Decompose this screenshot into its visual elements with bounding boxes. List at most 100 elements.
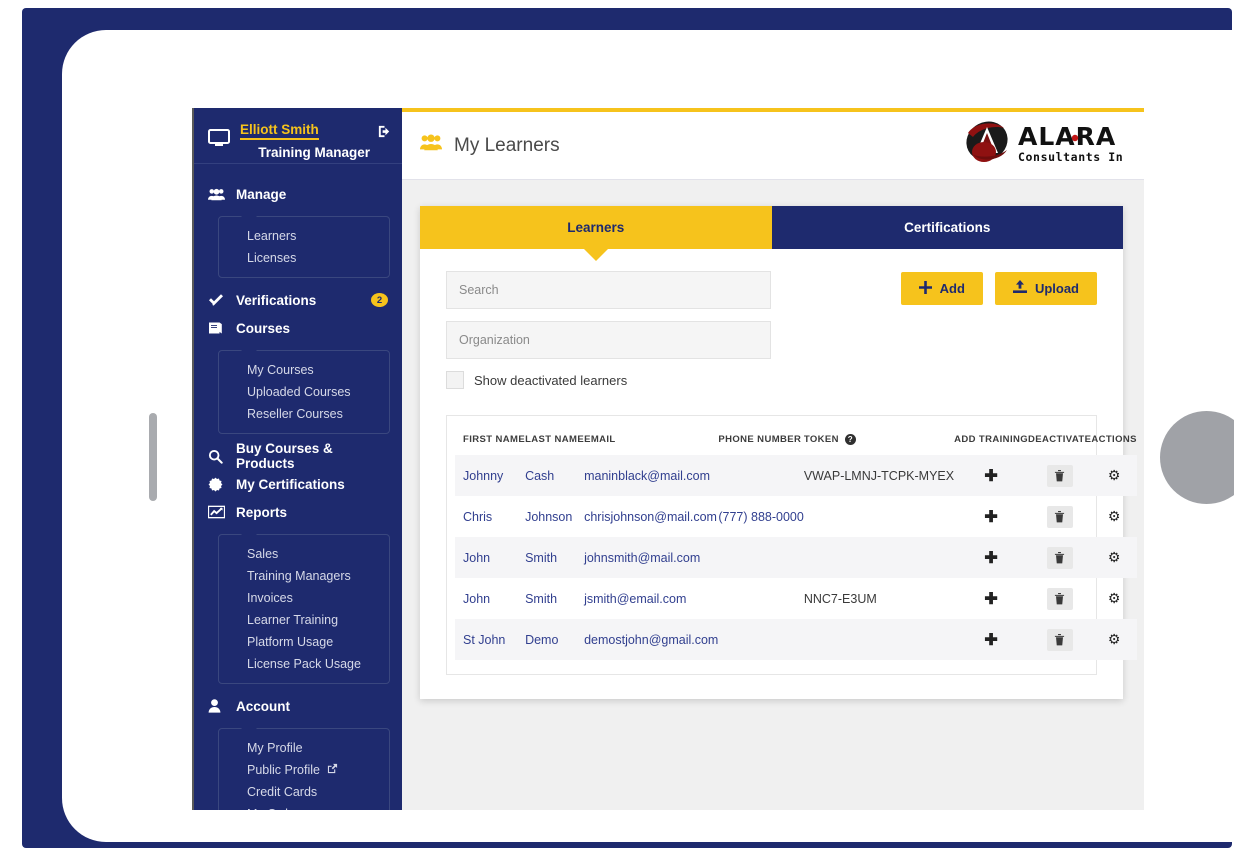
table-row[interactable]: John Smith johnsmith@mail.com ✚ ⚙ [455,537,1137,578]
sidebar-item-licenses[interactable]: Licenses [219,247,389,269]
sidebar-nav: Manage Learners Licenses Verifications 2… [194,164,402,810]
cell-add-training[interactable]: ✚ [954,578,1028,619]
trash-icon[interactable] [1046,505,1073,528]
trash-icon[interactable] [1046,628,1073,651]
sidebar-user-name[interactable]: Elliott Smith [240,122,319,140]
table-row[interactable]: St John Demo demostjohn@gmail.com ✚ ⚙ [455,619,1137,660]
cell-last-name[interactable]: Cash [525,455,584,496]
cell-email[interactable]: demostjohn@gmail.com [584,619,718,660]
show-deactivated-row[interactable]: Show deactivated learners [446,371,771,389]
cell-first-name[interactable]: Chris [455,496,525,537]
sidebar-item-training-managers[interactable]: Training Managers [219,565,389,587]
sidebar-item-learners[interactable]: Learners [219,225,389,247]
gear-icon[interactable]: ⚙ [1108,590,1121,607]
cell-last-name[interactable]: Demo [525,619,584,660]
trash-icon[interactable] [1046,464,1073,487]
plus-icon[interactable]: ✚ [984,466,997,486]
cell-first-name[interactable]: St John [455,619,525,660]
sidebar-item-reseller-courses[interactable]: Reseller Courses [219,403,389,425]
trash-icon[interactable] [1046,587,1073,610]
tab-certifications[interactable]: Certifications [771,206,1123,249]
cell-last-name[interactable]: Smith [525,578,584,619]
plus-icon[interactable]: ✚ [984,548,997,568]
cell-email[interactable]: johnsmith@mail.com [584,537,718,578]
trash-icon[interactable] [1046,546,1073,569]
sidebar-item-credit-cards[interactable]: Credit Cards [219,781,389,803]
cell-add-training[interactable]: ✚ [954,619,1028,660]
cell-email[interactable]: maninblack@mail.com [584,455,718,496]
table-row[interactable]: John Smith jsmith@email.com NNC7-E3UM ✚ [455,578,1137,619]
sidebar-group-manage[interactable]: Manage [194,180,402,208]
upload-button[interactable]: Upload [994,272,1097,305]
cell-deactivate[interactable] [1028,496,1091,537]
question-help-icon[interactable]: ? [844,434,856,445]
learners-panel: Show deactivated learners [420,249,1137,699]
sidebar-group-label: Courses [236,320,291,336]
plus-icon[interactable]: ✚ [984,589,997,609]
gear-icon[interactable]: ⚙ [1108,549,1121,566]
sidebar-item-platform-usage[interactable]: Platform Usage [219,631,389,653]
cell-last-name[interactable]: Smith [525,537,584,578]
upload-icon [1012,280,1027,297]
plus-icon[interactable]: ✚ [984,507,997,527]
sidebar-item-uploaded-courses[interactable]: Uploaded Courses [219,381,389,403]
sidebar-group-buy-courses[interactable]: Buy Courses & Products [194,441,402,471]
sidebar-item-label: Credit Cards [247,785,318,799]
cell-email[interactable]: jsmith@email.com [584,578,718,619]
cell-actions[interactable]: ⚙ [1091,537,1137,578]
sidebar-group-courses[interactable]: Courses [194,314,402,342]
sidebar-user-block[interactable]: Elliott Smith Training Manager [194,108,402,164]
search-input[interactable] [446,271,771,309]
logout-icon[interactable] [377,124,392,139]
cell-deactivate[interactable] [1028,619,1091,660]
cell-actions[interactable]: ⚙ [1091,578,1137,619]
sidebar-item-my-courses[interactable]: My Courses [219,359,389,381]
cell-first-name[interactable]: John [455,537,525,578]
svg-text:Consultants Inc.: Consultants Inc. [1018,150,1122,164]
book-icon [208,321,228,335]
cell-last-name[interactable]: Johnson [525,496,584,537]
sidebar-group-my-certifications[interactable]: My Certifications [194,470,402,498]
table-row[interactable]: Johnny Cash maninblack@mail.com VWAP-LMN… [455,455,1137,496]
add-button[interactable]: Add [900,272,983,305]
col-email: EMAIL [584,434,616,445]
cell-add-training[interactable]: ✚ [954,537,1028,578]
tab-learners[interactable]: Learners [420,206,772,249]
sidebar-item-label: Training Managers [247,569,351,583]
cell-actions[interactable]: ⚙ [1091,496,1137,537]
sidebar-submenu-courses: My Courses Uploaded Courses Reseller Cou… [218,350,390,434]
tab-label: Learners [567,220,625,235]
sidebar-item-my-orders[interactable]: My Orders [219,803,389,810]
sidebar-group-label: Account [236,698,290,714]
show-deactivated-checkbox[interactable] [446,371,464,389]
sidebar-item-invoices[interactable]: Invoices [219,587,389,609]
table-row[interactable]: Chris Johnson chrisjohnson@mail.com (777… [455,496,1137,537]
cell-first-name[interactable]: Johnny [455,455,525,496]
sidebar-item-my-profile[interactable]: My Profile [219,737,389,759]
cell-deactivate[interactable] [1028,455,1091,496]
sidebar-item-learner-training[interactable]: Learner Training [219,609,389,631]
left-slider-handle[interactable] [149,413,157,501]
cell-add-training[interactable]: ✚ [954,496,1028,537]
sidebar-group-reports[interactable]: Reports [194,498,402,526]
gear-icon[interactable]: ⚙ [1108,631,1121,648]
cell-deactivate[interactable] [1028,578,1091,619]
cell-deactivate[interactable] [1028,537,1091,578]
cell-actions[interactable]: ⚙ [1091,619,1137,660]
cell-actions[interactable]: ⚙ [1091,455,1137,496]
plus-icon[interactable]: ✚ [984,630,997,650]
cell-email[interactable]: chrisjohnson@mail.com [584,496,718,537]
cell-add-training[interactable]: ✚ [954,455,1028,496]
gear-icon[interactable]: ⚙ [1108,508,1121,525]
col-first-name: FIRST NAME [463,434,526,445]
sidebar-item-public-profile[interactable]: Public Profile [219,759,389,781]
sidebar-group-account[interactable]: Account [194,692,402,720]
chart-line-icon [208,505,228,519]
sidebar-item-sales[interactable]: Sales [219,543,389,565]
cell-first-name[interactable]: John [455,578,525,619]
sidebar-item-license-pack-usage[interactable]: License Pack Usage [219,653,389,675]
cell-phone [718,537,803,578]
gear-icon[interactable]: ⚙ [1108,467,1121,484]
sidebar-group-verifications[interactable]: Verifications 2 [194,286,402,314]
organization-input[interactable] [446,321,771,359]
